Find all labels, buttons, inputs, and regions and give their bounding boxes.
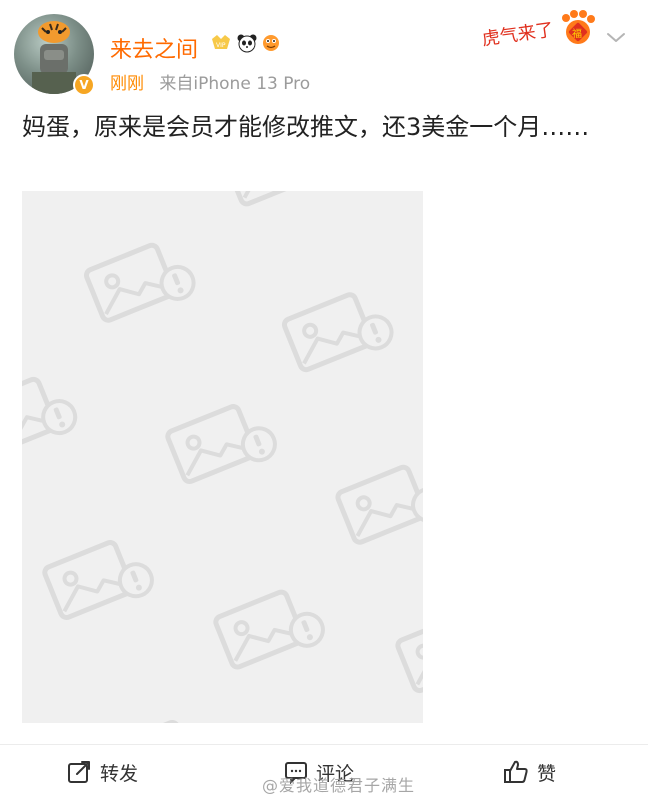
chevron-down-icon[interactable] xyxy=(604,30,628,46)
svg-text:VIP: VIP xyxy=(216,42,226,49)
repost-icon xyxy=(68,761,90,783)
repost-label: 转发 xyxy=(100,762,139,785)
festive-badge-char: 福 xyxy=(572,27,582,40)
repost-button[interactable]: 转发 xyxy=(66,752,138,792)
verified-badge: V xyxy=(73,74,95,96)
username[interactable]: 来去之间 xyxy=(110,32,198,64)
post-time: 刚刚 xyxy=(110,74,144,94)
vip-icon[interactable]: VIP xyxy=(210,33,232,53)
post-image-placeholder[interactable] xyxy=(22,191,423,723)
like-button[interactable]: 赞 xyxy=(503,752,556,792)
panda-icon[interactable] xyxy=(236,33,257,53)
post-source[interactable]: 来自iPhone 13 Pro xyxy=(159,74,310,94)
watermark: @爱我道德君子满生 xyxy=(262,776,416,795)
post-text: 妈蛋，原来是会员才能修改推文，还3美金一个月…… xyxy=(22,113,590,141)
weibo-post-card: V 来去之间 VIP 刚刚 来自iPhone 13 Pro 虎气来了 福 妈蛋，… xyxy=(0,0,648,800)
action-divider xyxy=(0,744,648,745)
like-label: 赞 xyxy=(537,762,557,785)
avatar[interactable]: V xyxy=(14,14,95,96)
festive-text: 虎气来了 xyxy=(481,19,555,48)
broken-image-pattern xyxy=(22,191,423,723)
user-badges: VIP xyxy=(210,33,280,53)
festive-sticker[interactable]: 虎气来了 福 xyxy=(480,6,600,50)
thumbs-up-icon xyxy=(504,760,528,783)
post-meta: 刚刚 来自iPhone 13 Pro xyxy=(110,69,310,94)
orange-face-icon[interactable] xyxy=(260,33,280,53)
